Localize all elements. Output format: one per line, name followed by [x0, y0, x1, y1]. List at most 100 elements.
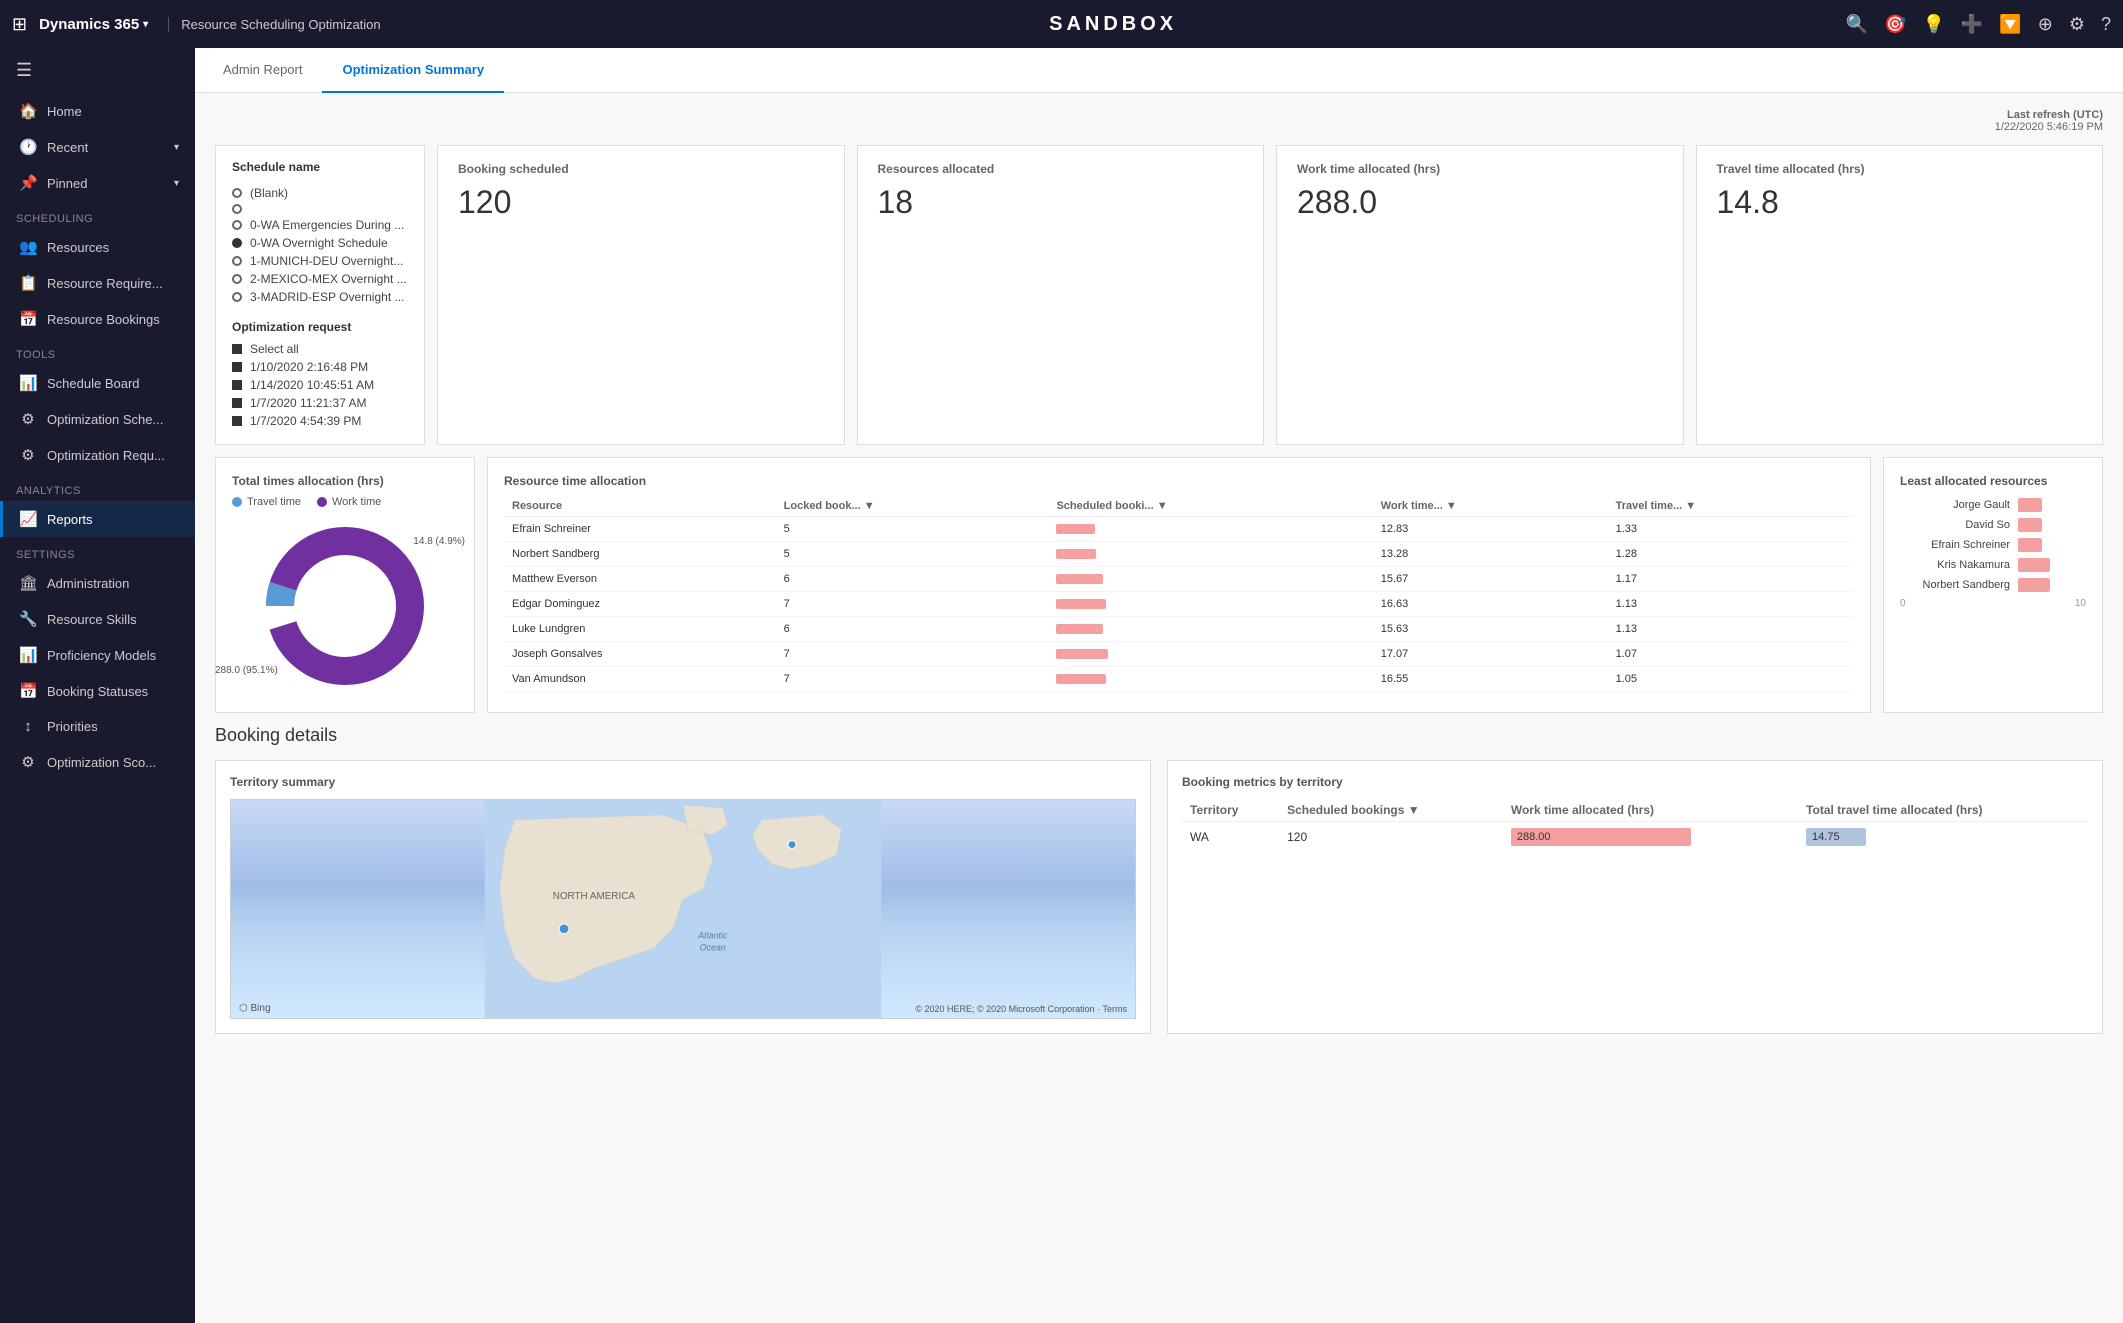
requirements-icon: 📋: [19, 274, 37, 292]
add-icon[interactable]: ➕: [1961, 14, 1983, 35]
sidebar-item-home[interactable]: 🏠 Home: [0, 93, 195, 129]
col-scheduled[interactable]: Scheduled booki... ▼: [1048, 496, 1372, 517]
brand-label[interactable]: Dynamics 365 ▾: [39, 16, 148, 33]
schedule-item[interactable]: 0-WA Overnight Schedule: [232, 234, 408, 252]
filter-icon[interactable]: 🔽: [1999, 14, 2021, 35]
col-territory[interactable]: Territory: [1182, 799, 1279, 822]
work-val: 17.07: [1373, 642, 1608, 667]
col-total-travel[interactable]: Total travel time allocated (hrs): [1798, 799, 2088, 822]
schedule-item-label: 0-WA Emergencies During ...: [250, 218, 404, 232]
schedule-item[interactable]: 1-MUNICH-DEU Overnight...: [232, 252, 408, 270]
locked-val: 7: [776, 592, 1049, 617]
tab-bar: Admin Report Optimization Summary: [195, 48, 2123, 93]
opt-item[interactable]: 1/7/2020 4:54:39 PM: [232, 412, 408, 430]
opt-item[interactable]: 1/10/2020 2:16:48 PM: [232, 358, 408, 376]
tools-section-label: Tools: [0, 337, 195, 365]
opt-square-icon: [232, 344, 242, 354]
schedule-item-label: 0-WA Overnight Schedule: [250, 236, 388, 250]
scheduled-val: [1048, 642, 1372, 667]
stats-grid: Booking scheduled 120 Resources allocate…: [437, 145, 2103, 445]
col-travel[interactable]: Travel time... ▼: [1608, 496, 1854, 517]
sidebar-item-priorities[interactable]: ↕ Priorities: [0, 709, 195, 744]
opt-item[interactable]: 1/7/2020 11:21:37 AM: [232, 394, 408, 412]
locked-val: 6: [776, 567, 1049, 592]
col-work-time-allocated[interactable]: Work time allocated (hrs): [1503, 799, 1798, 822]
stat-label: Work time allocated (hrs): [1297, 162, 1663, 176]
table-row: Efrain Schreiner 5 12.83 1.33: [504, 517, 1854, 542]
scheduled-val: [1048, 567, 1372, 592]
work-bar-wrap: 288.00: [1511, 828, 1790, 846]
sidebar-item-booking-statuses[interactable]: 📅 Booking Statuses: [0, 673, 195, 709]
col-scheduled-bookings[interactable]: Scheduled bookings ▼: [1279, 799, 1503, 822]
resource-name: Joseph Gonsalves: [504, 642, 776, 667]
sidebar: ☰ 🏠 Home 🕐 Recent ▾ 📌 Pinned ▾ Schedulin…: [0, 48, 195, 1323]
sidebar-item-proficiency-models[interactable]: 📊 Proficiency Models: [0, 637, 195, 673]
opt-item[interactable]: 1/14/2020 10:45:51 AM: [232, 376, 408, 394]
donut-chart-card: Total times allocation (hrs) Travel time…: [215, 457, 475, 713]
settings-icon[interactable]: ⚙: [2069, 14, 2085, 35]
col-locked[interactable]: Locked book... ▼: [776, 496, 1049, 517]
least-item: Norbert Sandberg: [1900, 578, 2086, 592]
opt-item-label: Select all: [250, 342, 299, 356]
lightbulb-icon[interactable]: 💡: [1922, 14, 1944, 35]
svg-text:NORTH AMERICA: NORTH AMERICA: [553, 891, 636, 902]
sidebar-item-resource-bookings[interactable]: 📅 Resource Bookings: [0, 301, 195, 337]
share-icon[interactable]: ⊕: [2038, 14, 2053, 35]
sidebar-item-resource-requirements[interactable]: 📋 Resource Require...: [0, 265, 195, 301]
schedule-panel-title: Schedule name: [232, 160, 408, 174]
sidebar-item-optimization-scores[interactable]: ⚙ Optimization Sco...: [0, 744, 195, 780]
opt-item-label: 1/7/2020 4:54:39 PM: [250, 414, 361, 428]
stat-label: Travel time allocated (hrs): [1717, 162, 2083, 176]
skills-icon: 🔧: [19, 610, 37, 628]
col-resource[interactable]: Resource: [504, 496, 776, 517]
booking-row: Territory summary: [215, 760, 2103, 1034]
sidebar-item-resources[interactable]: 👥 Resources: [0, 229, 195, 265]
tab-optimization-summary[interactable]: Optimization Summary: [322, 48, 504, 93]
stat-value: 288.0: [1297, 184, 1663, 221]
travel-bar: 14.75: [1806, 828, 1866, 846]
least-name: Kris Nakamura: [1900, 559, 2010, 571]
territory-card: Territory summary: [215, 760, 1151, 1034]
sidebar-item-optimization-schedule[interactable]: ⚙ Optimization Sche...: [0, 401, 195, 437]
table-row: Van Amundson 7 16.55 1.05: [504, 667, 1854, 692]
metrics-title: Booking metrics by territory: [1182, 775, 2088, 789]
sidebar-item-resource-skills[interactable]: 🔧 Resource Skills: [0, 601, 195, 637]
sidebar-item-administration[interactable]: 🏛 Administration: [0, 565, 195, 601]
waffle-icon[interactable]: ⊞: [12, 14, 27, 35]
stat-label: Booking scheduled: [458, 162, 824, 176]
stat-card-booking-scheduled: Booking scheduled 120: [437, 145, 845, 445]
opt-item[interactable]: Select all: [232, 340, 408, 358]
radio-blank-icon: [232, 188, 242, 198]
metrics-row: WA 120 288.00 14.7: [1182, 822, 2088, 853]
schedule-item[interactable]: (Blank): [232, 184, 408, 202]
sidebar-toggle[interactable]: ☰: [0, 48, 195, 93]
sidebar-item-reports[interactable]: 📈 Reports: [0, 501, 195, 537]
schedule-item[interactable]: 2-MEXICO-MEX Overnight ...: [232, 270, 408, 288]
target-icon[interactable]: 🎯: [1884, 14, 1906, 35]
brand-chevron-icon[interactable]: ▾: [143, 19, 148, 30]
least-allocated-card: Least allocated resources Jorge Gault Da…: [1883, 457, 2103, 713]
sidebar-item-optimization-request[interactable]: ⚙ Optimization Requ...: [0, 437, 195, 473]
schedule-item[interactable]: 3-MADRID-ESP Overnight ...: [232, 288, 408, 306]
bookings-icon: 📅: [19, 310, 37, 328]
col-work[interactable]: Work time... ▼: [1373, 496, 1608, 517]
tab-admin-report[interactable]: Admin Report: [203, 48, 322, 93]
help-icon[interactable]: ?: [2101, 14, 2111, 35]
priorities-icon: ↕: [19, 718, 37, 735]
last-refresh: Last refresh (UTC) 1/22/2020 5:46:19 PM: [215, 109, 2103, 133]
stat-card-work-time: Work time allocated (hrs) 288.0: [1276, 145, 1684, 445]
sidebar-item-schedule-board[interactable]: 📊 Schedule Board: [0, 365, 195, 401]
schedule-item[interactable]: 0-WA Emergencies During ...: [232, 216, 408, 234]
travel-legend-dot: [232, 497, 242, 507]
sidebar-item-label: Resource Require...: [47, 276, 163, 291]
sidebar-item-pinned[interactable]: 📌 Pinned ▾: [0, 165, 195, 201]
stat-value: 18: [878, 184, 1244, 221]
sidebar-item-recent[interactable]: 🕐 Recent ▾: [0, 129, 195, 165]
stat-value: 120: [458, 184, 824, 221]
least-name: David So: [1900, 519, 2010, 531]
work-val: 16.63: [1373, 592, 1608, 617]
report-content: Last refresh (UTC) 1/22/2020 5:46:19 PM …: [195, 93, 2123, 1323]
opt-square-icon: [232, 362, 242, 372]
schedule-item[interactable]: [232, 202, 408, 216]
search-icon[interactable]: 🔍: [1846, 14, 1868, 35]
